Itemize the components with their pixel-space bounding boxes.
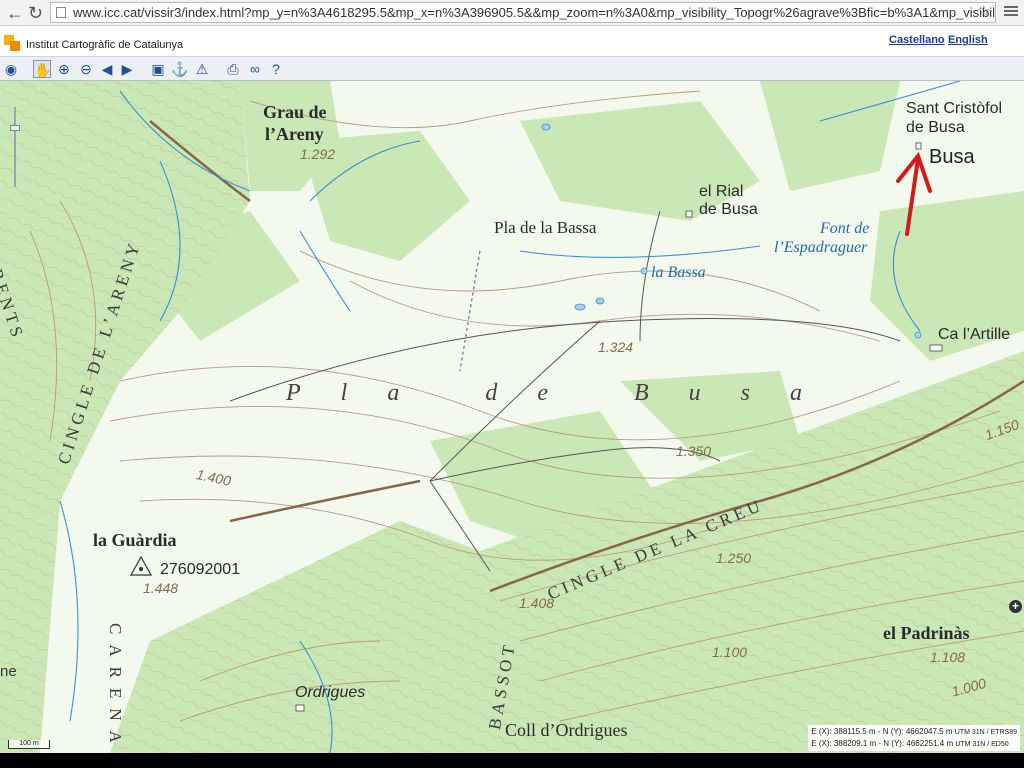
label-geodesic-276092001: 276092001 xyxy=(160,561,241,578)
zoom-out-icon[interactable]: ⊖ xyxy=(77,60,95,78)
label-lareny: l’Areny xyxy=(265,124,324,144)
coords-etrs89: E (X): 388115.5 m - N (Y): 4662047.5 m xyxy=(811,727,953,736)
bookmark-star-icon[interactable]: ☆ xyxy=(977,3,991,21)
label-ordrigues: Ordrigues xyxy=(295,684,366,701)
label-de-busa-rial: de Busa xyxy=(699,201,758,218)
overview-icon[interactable]: ◉ xyxy=(2,60,20,78)
zoom-in-icon[interactable]: ⊕ xyxy=(55,60,73,78)
menu-icon[interactable] xyxy=(1004,4,1018,18)
link-icon[interactable]: ∞ xyxy=(246,60,264,78)
expand-panel-icon[interactable]: + xyxy=(1009,600,1022,613)
label-de-busa-sant: de Busa xyxy=(906,119,965,136)
label-pla-de-la-bassa: Pla de la Bassa xyxy=(494,218,597,237)
label-el-rial: el Rial xyxy=(699,183,744,200)
coords-ed50: E (X): 388209.1 m - N (Y): 4662251.4 m xyxy=(811,739,954,748)
map-view[interactable]: Grau de l’Areny 1.292 Pla de la Bassa el… xyxy=(0,81,1024,753)
previous-view-icon[interactable]: ◀ xyxy=(98,60,116,78)
anchor-icon[interactable]: ⚓ xyxy=(171,60,189,78)
reload-icon[interactable]: ↻ xyxy=(28,2,43,24)
url-text: www.icc.cat/vissir3/index.html?mp_y=n%3A… xyxy=(73,5,996,20)
label-la-guardia: la Guàrdia xyxy=(93,530,177,550)
back-arrow-icon[interactable]: ← xyxy=(6,2,24,24)
coords-ed50-system: UTM 31N / ED50 xyxy=(955,741,1009,748)
label-pla-de-busa: Pla de Busa xyxy=(286,380,842,406)
label-carena: CARENA xyxy=(106,623,125,753)
bottom-black-bar xyxy=(0,753,1024,768)
label-ca-lartille: Ca l’Artille xyxy=(938,326,1011,343)
page-icon xyxy=(56,7,66,18)
label-elev-1408: 1.408 xyxy=(519,595,555,611)
coords-etrs89-system: UTM 31N / ETRS89 xyxy=(954,729,1017,736)
scale-bar: 100 m xyxy=(8,740,50,749)
zoom-slider[interactable] xyxy=(10,107,20,187)
pan-hand-icon[interactable]: ✋ xyxy=(33,60,51,78)
app-header: Institut Cartogràfic de Catalunya Castel… xyxy=(0,26,1024,56)
print-icon[interactable]: ⎙ xyxy=(224,60,242,78)
coordinate-readout: E (X): 388115.5 m - N (Y): 4662047.5 m U… xyxy=(808,725,1020,751)
label-elev-1108: 1.108 xyxy=(930,649,966,665)
label-font-de: Font de xyxy=(820,220,870,237)
label-el-padrinas: el Padrinàs xyxy=(883,623,970,643)
label-ne: ne xyxy=(0,663,17,680)
label-sant-cristofol: Sant Cristòfol xyxy=(906,100,1003,117)
label-la-bassa: la Bassa xyxy=(651,264,706,281)
app-title: Institut Cartogràfic de Catalunya xyxy=(26,39,184,51)
help-icon[interactable]: ? xyxy=(267,60,285,78)
save-icon[interactable]: ▣ xyxy=(149,60,167,78)
label-elev-1324: 1.324 xyxy=(598,339,634,355)
label-elev-1250: 1.250 xyxy=(716,550,752,566)
browser-bar: ← ↻ www.icc.cat/vissir3/index.html?mp_y=… xyxy=(0,0,1024,26)
label-elev-1292: 1.292 xyxy=(300,146,336,162)
zoom-slider-knob[interactable] xyxy=(10,125,20,131)
lang-english-link[interactable]: English xyxy=(948,34,988,46)
label-elev-1448: 1.448 xyxy=(143,580,179,596)
label-lespadraguer: l’Espadraguer xyxy=(774,239,868,256)
next-view-icon[interactable]: ▶ xyxy=(118,60,136,78)
icc-logo xyxy=(4,35,20,51)
address-bar[interactable]: www.icc.cat/vissir3/index.html?mp_y=n%3A… xyxy=(50,2,996,23)
label-grau-de: Grau de xyxy=(263,102,327,122)
lang-castellano-link[interactable]: Castellano xyxy=(889,34,945,46)
label-elev-1100: 1.100 xyxy=(712,644,748,660)
label-coll-dordrigues: Coll d’Ordrigues xyxy=(505,720,628,740)
label-busa: Busa xyxy=(929,146,975,168)
warning-icon[interactable]: ⚠ xyxy=(193,60,211,78)
map-toolbar: ◉ ✋ ⊕ ⊖ ◀ ▶ ▣ ⚓ ⚠ ⎙ ∞ ? xyxy=(0,56,1024,81)
label-elev-1350: 1.350 xyxy=(676,443,712,459)
